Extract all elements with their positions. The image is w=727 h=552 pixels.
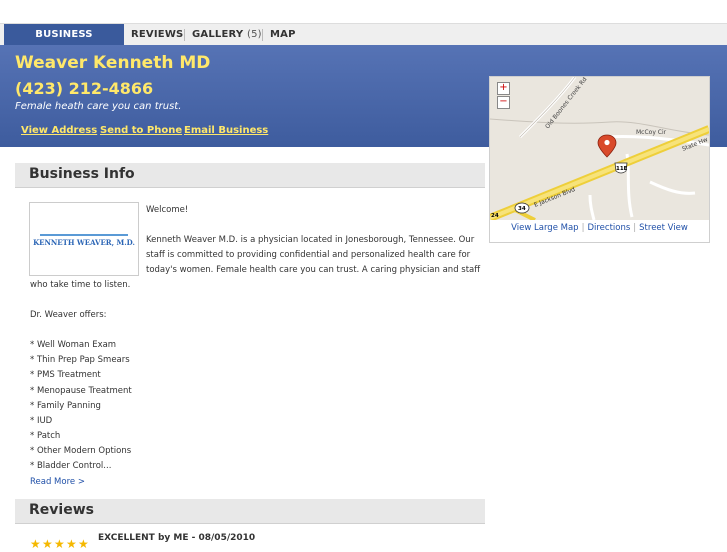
service-item: * Well Woman Exam [30, 340, 117, 350]
map-view[interactable]: Old Boones Creek Rd McCoy Cir State Hw E… [490, 77, 709, 220]
map-widget: Old Boones Creek Rd McCoy Cir State Hw E… [489, 76, 710, 243]
tab-map[interactable]: MAP [270, 24, 296, 46]
logo-stripe [40, 234, 128, 236]
description-line: today's women. Female health care you ca… [146, 265, 481, 275]
map-graphic: Old Boones Creek Rd McCoy Cir State Hw E… [490, 77, 709, 220]
service-item: * Patch [30, 431, 61, 441]
description-line: staff is committed to providing confiden… [146, 250, 471, 260]
business-phone: (423) 212-4866 [15, 79, 154, 98]
tab-divider [184, 29, 185, 41]
service-item: * Other Modern Options [30, 446, 132, 456]
view-address-link[interactable]: View Address [21, 125, 97, 136]
map-shield-label: 11E [616, 166, 628, 172]
service-item: * IUD [30, 416, 53, 426]
send-to-phone-link[interactable]: Send to Phone [100, 125, 182, 136]
section-title: Business Info [29, 166, 135, 182]
business-logo: KENNETH WEAVER, M.D. [29, 202, 139, 276]
logo-text: KENNETH WEAVER, M.D. [33, 238, 135, 247]
view-large-map-link[interactable]: View Large Map [511, 223, 578, 233]
tab-divider [262, 29, 263, 41]
zoom-out-button[interactable]: − [497, 96, 510, 109]
tab-label: REVIEWS [131, 29, 184, 40]
business-info-heading: Business Info [15, 163, 485, 188]
read-more-link[interactable]: Read More > [30, 477, 85, 487]
tab-bar: BUSINESS OVERVIEW REVIEWS GALLERY (5) MA… [0, 23, 727, 62]
service-item: * PMS Treatment [30, 370, 101, 380]
map-links: View Large Map | Directions | Street View [490, 223, 709, 233]
map-shield-label: 34 [518, 206, 526, 212]
tab-gallery[interactable]: GALLERY (5) [192, 24, 262, 46]
link-separator: | [581, 223, 585, 233]
description-line: Kenneth Weaver M.D. is a physician locat… [146, 235, 475, 245]
description-line: who take time to listen. [30, 280, 131, 290]
reviews-heading: Reviews [15, 499, 485, 524]
gallery-count: (5) [247, 29, 262, 40]
welcome-text: Welcome! [146, 205, 189, 215]
email-business-link[interactable]: Email Business [184, 125, 268, 136]
rating-stars: ★★★★★ [30, 533, 90, 550]
service-item: * Menopause Treatment [30, 386, 132, 396]
offers-intro: Dr. Weaver offers: [30, 310, 107, 320]
directions-link[interactable]: Directions [587, 223, 630, 233]
service-item: * Family Panning [30, 401, 101, 411]
section-title: Reviews [29, 502, 94, 518]
service-item: * Bladder Control... [30, 461, 112, 471]
review-title[interactable]: EXCELLENT by ME - 08/05/2010 [98, 533, 255, 543]
tab-business-overview[interactable]: BUSINESS OVERVIEW [4, 24, 124, 62]
business-name: Weaver Kenneth MD [15, 53, 211, 73]
tab-label: MAP [270, 29, 296, 40]
tab-label: GALLERY [192, 29, 244, 40]
tab-reviews[interactable]: REVIEWS [131, 24, 183, 46]
zoom-in-button[interactable]: + [497, 82, 510, 95]
service-item: * Thin Prep Pap Smears [30, 355, 130, 365]
link-separator: | [633, 223, 637, 233]
street-view-link[interactable]: Street View [639, 223, 688, 233]
business-tagline: Female heath care you can trust. [15, 101, 182, 112]
map-road-label: McCoy Cir [636, 129, 667, 136]
map-shield-label: 24 [491, 213, 499, 219]
